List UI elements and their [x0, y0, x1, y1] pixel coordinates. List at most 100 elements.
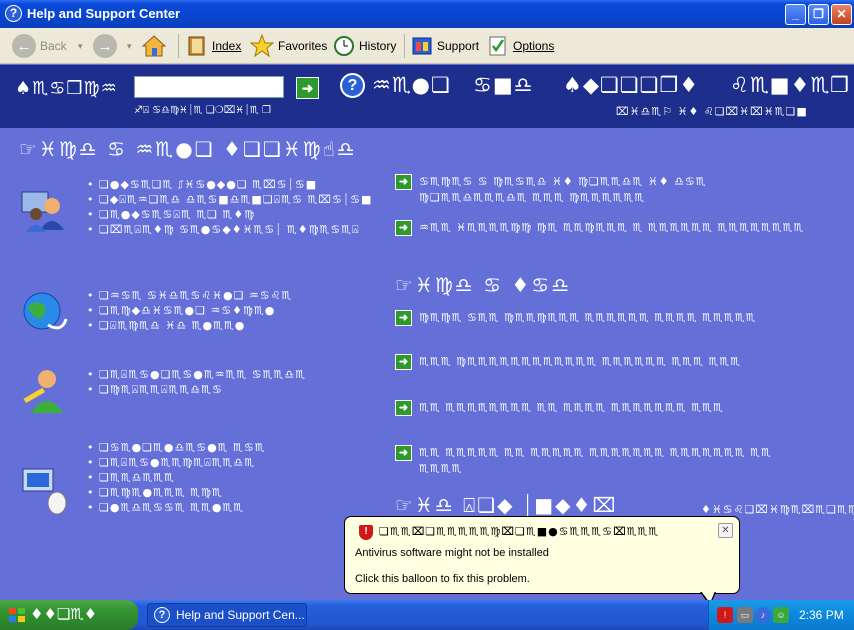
- network-icon[interactable]: ▭: [737, 607, 753, 623]
- support-button[interactable]: Support: [411, 28, 479, 64]
- list-item[interactable]: ❏⍓♏♍♏♎ ♓♎ ♏●♏♏●: [85, 318, 292, 333]
- search-label: ♠♏♋❒♍♒: [15, 78, 118, 99]
- task-link[interactable]: ➜ ♏♏♏ ♍♏♏♏♏♏♏♏♏♏♏♏♏ ♏♏♏♏♏♏ ♏♏♏ ♏♏♏: [395, 354, 814, 370]
- list-item[interactable]: ❏♏●◆♋♏♋⍓♏ ♏❏ ♏♦♍: [85, 207, 372, 222]
- index-button[interactable]: Index: [186, 28, 241, 64]
- title-bar[interactable]: ? Help and Support Center _ ❐ ✕: [0, 0, 854, 28]
- search-input[interactable]: [134, 76, 284, 98]
- task-link[interactable]: ➜ ♋♏♍♏♋ ♋ ♍♏♋♏♎ ♓♦ ♍❏♏♏♎♏ ♓♦ ♎♋♏ ♍❏♏♏♎♏♏…: [395, 174, 814, 206]
- search-go-button[interactable]: ➜: [296, 77, 319, 99]
- clock[interactable]: 2:36 PM: [799, 608, 844, 622]
- windows-flag-icon: [9, 608, 25, 622]
- minimize-button[interactable]: _: [785, 4, 806, 25]
- did-you-know-heading: ☞♓♎ ⍓❏◆ ⏐■◆♦⌧: [395, 493, 618, 517]
- task-link[interactable]: ➜ ♏♏ ♏♏♏♏♏ ♏♏ ♏♏♏♏♏ ♏♏♏♏♏♏♏ ♏♏♏♏♏♏♏ ♏♏ ♏…: [395, 445, 814, 477]
- did-you-know-link[interactable]: ♦♓♋♌❏⌧♓♍♏⌧♏❑♏♍♦♏: [701, 503, 854, 516]
- index-book-icon: [188, 36, 205, 56]
- help-topics-list-2: ❏♒♋♏ ♋♓♎♏♋♌♓●❏ ♒♋♌♏ ❏♏♍◆♎♓♋♏●❏ ♒♋♦♍♏● ❏⍓…: [85, 288, 292, 333]
- toolbar: ← Back ▾ → ▾ Index Favorites History Sup…: [0, 28, 854, 64]
- start-button[interactable]: ♦♦❏♏♦: [0, 600, 138, 630]
- green-arrow-icon: ➜: [395, 310, 412, 326]
- home-button[interactable]: [142, 28, 166, 64]
- list-item[interactable]: ❏●♏♎♏♋♋♏ ♏♏●♏♏: [85, 500, 266, 515]
- list-item[interactable]: ❏◆⍓♏♒❏♏♎ ♎♏♋■♎♏■❏⍓♏♋ ♏⌧♋⏐♋■: [85, 192, 372, 207]
- nav-support-link[interactable]: ♋■♎: [473, 73, 534, 97]
- toolbar-separator: [178, 34, 179, 58]
- forward-dropdown-icon[interactable]: ▾: [127, 28, 132, 64]
- green-arrow-icon: ➜: [395, 220, 412, 236]
- volume-icon[interactable]: ♪: [755, 607, 771, 623]
- security-shield-icon: !: [359, 525, 373, 540]
- forward-arrow-icon: →: [93, 34, 117, 58]
- help-question-icon: ?: [340, 73, 365, 98]
- balloon-close-button[interactable]: ✕: [718, 523, 733, 538]
- back-dropdown-icon[interactable]: ▾: [78, 28, 83, 64]
- computer-mouse-icon: [22, 468, 67, 515]
- balloon-message: Antivirus software might not be installe…: [355, 547, 549, 559]
- taskbar: ♦♦❏♏♦ ? Help and Support Cen... ! ▭ ♪ ☺ …: [0, 600, 854, 630]
- restore-button[interactable]: ❐: [808, 4, 829, 25]
- messenger-icon[interactable]: ☺: [773, 607, 789, 623]
- list-item[interactable]: ❏♏♍♏●♏♏♏ ♏♍♏: [85, 485, 266, 500]
- task-link[interactable]: ➜ ♒♏♏ ♓♏♏♏♏♍♍ ♍♏ ♏♏♍♏♏♏ ♏ ♏♏♏♏♏♏ ♏♏♏♏♏♏♏…: [395, 220, 814, 236]
- toolbar-separator: [404, 34, 405, 58]
- list-item[interactable]: ❏♏♍◆♎♓♋♏●❏ ♒♋♦♍♏●: [85, 303, 292, 318]
- close-button[interactable]: ✕: [831, 4, 852, 25]
- people-help-icon: [21, 191, 64, 232]
- forward-button[interactable]: →: [93, 28, 117, 64]
- help-question-icon: ?: [5, 5, 22, 22]
- task-link[interactable]: ➜ ♍♏♍♏ ♋♏♏ ♍♏♏♍♏♏♏ ♏♏♏♏♏♏ ♏♏♏♏ ♏♏♏♏♏: [395, 310, 814, 326]
- list-item[interactable]: ❏♋♏●❏♏●♎♏♋●♏ ♏♋♏: [85, 440, 266, 455]
- search-options-link[interactable]: ♐⍓ ♋♎♍♓⏐♏ ❏❍⌧♓⏐♏ ❐: [134, 105, 271, 116]
- paint-user-icon: [23, 370, 63, 413]
- window-title: Help and Support Center: [27, 6, 181, 21]
- list-item[interactable]: ❏♏⍓♏♋●♏♏♍♏⍓♏♏♎♏: [85, 455, 266, 470]
- support-label: Support: [437, 39, 480, 53]
- green-arrow-icon: ➜: [395, 354, 412, 370]
- history-clock-icon: [334, 36, 354, 56]
- favorites-label: Favorites: [278, 39, 328, 53]
- help-topics-list-4: ❏♋♏●❏♏●♎♏♋●♏ ♏♋♏ ❏♏⍓♏♋●♏♏♍♏⍓♏♏♎♏ ❏♏♏♎♏♏♏…: [85, 440, 266, 515]
- help-question-icon: ?: [154, 607, 170, 623]
- nav-help-link[interactable]: ♒♏●❏: [372, 73, 451, 97]
- balloon-action-text: Click this balloon to fix this problem.: [355, 573, 530, 585]
- nav-customize-link[interactable]: ♌♏■♦♏❒: [730, 73, 850, 97]
- notification-balloon[interactable]: ! ❏♏♏⌧❏♏♏♏♏♏♍⌧❏♏■●♋♏♏♏♋⌧♏♏♏ ✕ Antivirus …: [344, 516, 740, 594]
- green-arrow-icon: ➜: [395, 174, 412, 190]
- favorites-star-icon: [250, 34, 274, 58]
- nav-options-link[interactable]: ♠◆❏❏❏❒♦: [563, 73, 699, 97]
- globe-network-icon: [23, 292, 68, 330]
- nav-subtitle: ⌧♓♎♏⚐ ♓♦ ♌❏⌧♓⌧♓♏❏■: [616, 105, 808, 118]
- help-topics-list-1: ❏●◆♋♏❏♏ ⎎♓♋●◆●❏ ♏⌧♋⏐♋■ ❏◆⍓♏♒❏♏♎ ♎♏♋■♎♏■❏…: [85, 177, 372, 237]
- history-button[interactable]: History: [333, 28, 396, 64]
- back-arrow-icon: ←: [12, 34, 36, 58]
- taskbar-window-label: Help and Support Cen...: [176, 608, 305, 622]
- balloon-title: ❏♏♏⌧❏♏♏♏♏♏♍⌧❏♏■●♋♏♏♏♋⌧♏♏♏: [379, 525, 660, 538]
- list-item[interactable]: ❏♒♋♏ ♋♓♎♏♋♌♓●❏ ♒♋♌♏: [85, 288, 292, 303]
- index-label: Index: [212, 39, 242, 53]
- favorites-button[interactable]: Favorites: [250, 28, 327, 64]
- list-item[interactable]: ❏♍♏⍓♏♏⍓♏♏♎♏♋: [85, 382, 306, 397]
- list-item[interactable]: ❏⌧♏⍓♏♦♍ ♋♏●♋◆♦♓♏♋⏐ ♏♦♍♏♋♏⍓: [85, 222, 372, 237]
- list-item[interactable]: ❏♏♏♎♏♏♏: [85, 470, 266, 485]
- back-label: Back: [40, 39, 67, 53]
- home-icon: [142, 35, 166, 57]
- list-item[interactable]: ❏●◆♋♏❏♏ ⎎♓♋●◆●❏ ♏⌧♋⏐♋■: [85, 177, 372, 192]
- support-icon: [412, 37, 432, 55]
- help-topic-heading: ☞♓♍♎ ♋ ♒♏●❏ ♦❏❏♓♍☝♎: [19, 137, 357, 161]
- start-label: ♦♦❏♏♦: [30, 605, 98, 623]
- options-checklist-icon: [489, 36, 506, 56]
- list-item[interactable]: ❏♏⍓♏♋●❏♏♋●♏♒♏♏ ♋♏♏♎♏: [85, 367, 306, 382]
- green-arrow-icon: ➜: [395, 445, 412, 461]
- system-tray: ! ▭ ♪ ☺ 2:36 PM: [708, 600, 854, 630]
- options-label: Options: [513, 39, 555, 53]
- help-and-support-window: ? Help and Support Center _ ❐ ✕ ← Back ▾…: [0, 0, 854, 606]
- pick-task-heading: ☞♓♍♎ ♋ ♦♋♎: [395, 273, 572, 297]
- green-arrow-icon: ➜: [395, 400, 412, 416]
- back-button[interactable]: ← Back: [12, 28, 67, 64]
- help-topics-list-3: ❏♏⍓♏♋●❏♏♋●♏♒♏♏ ♋♏♏♎♏ ❏♍♏⍓♏♏⍓♏♏♎♏♋: [85, 367, 306, 397]
- task-link[interactable]: ➜ ♏♏ ♏♏♏♏♏♏♏♏ ♏♏ ♏♏♏♏ ♏♏♏♏♏♏♏ ♏♏♏: [395, 400, 814, 416]
- security-alert-icon[interactable]: !: [717, 607, 733, 623]
- taskbar-window-button[interactable]: ? Help and Support Cen...: [147, 603, 307, 627]
- options-button[interactable]: Options: [487, 28, 554, 64]
